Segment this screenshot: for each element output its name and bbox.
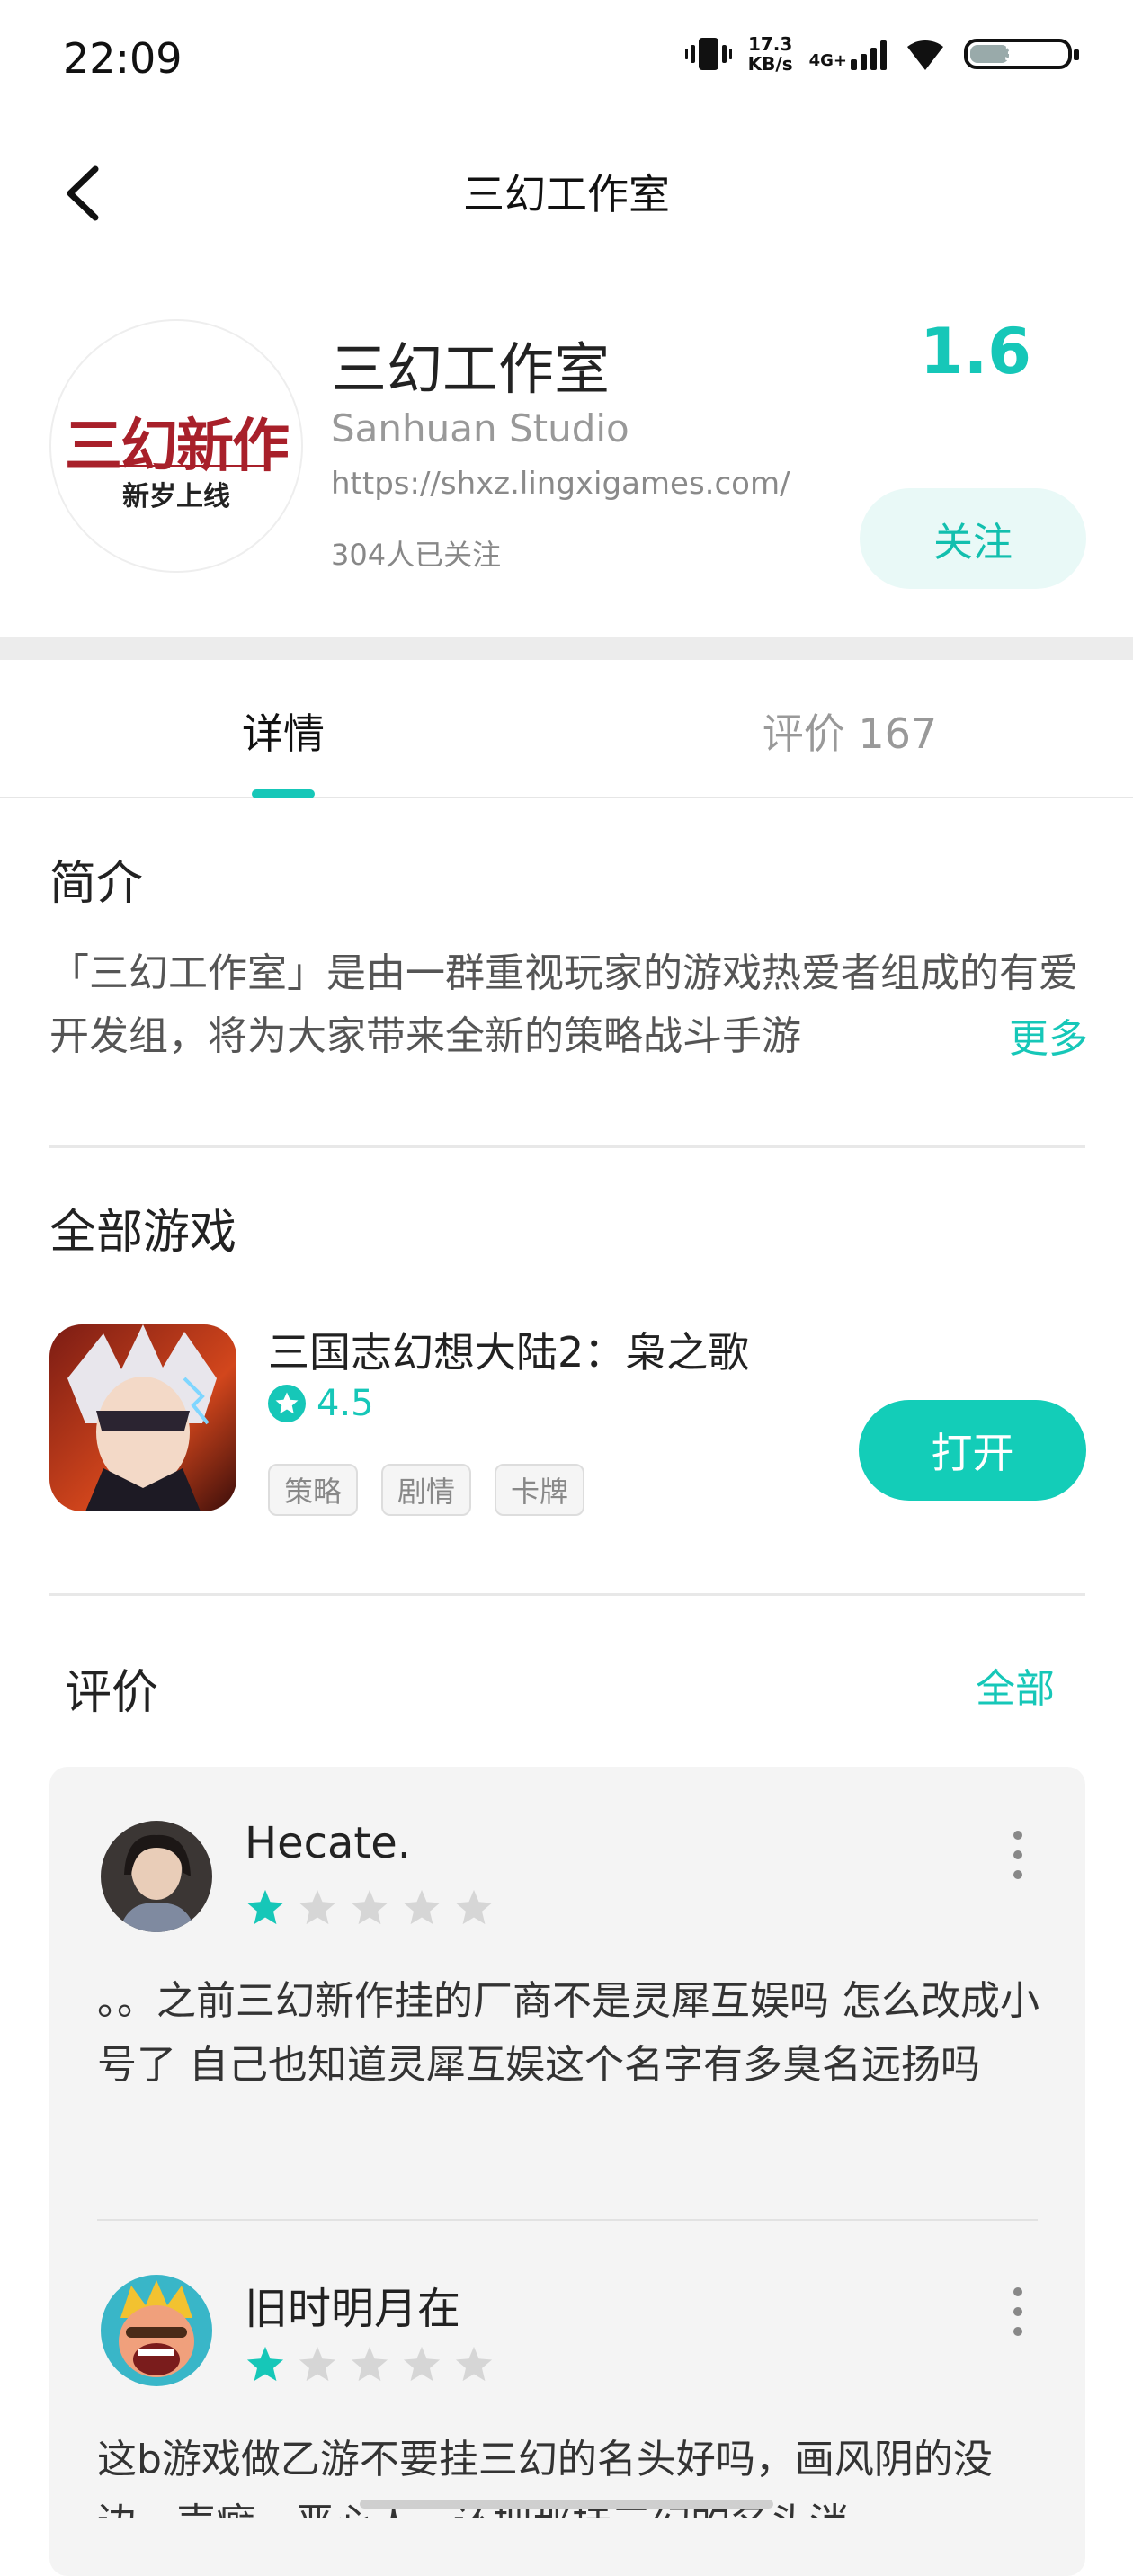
star-filled-icon <box>246 2346 284 2382</box>
star-filled-icon <box>246 1889 284 1925</box>
star-empty-icon <box>351 1889 388 1925</box>
game-tag: 卡牌 <box>495 1464 585 1516</box>
intro-title: 简介 <box>49 857 144 911</box>
cell-signal: 4G+ <box>809 38 887 70</box>
reviewer-name[interactable]: 旧时明月在 <box>245 2273 460 2336</box>
star-empty-icon <box>351 2346 388 2382</box>
reviewer-name[interactable]: Hecate. <box>245 1818 411 1868</box>
star-empty-icon <box>299 2346 336 2382</box>
status-icons: 17.3 KB/s 4G+ 34 <box>684 34 1079 74</box>
studio-name: 三幻工作室 <box>331 336 611 402</box>
more-link[interactable]: 更多 <box>917 1007 1088 1072</box>
games-title: 全部游戏 <box>49 1206 237 1260</box>
divider <box>49 1593 1085 1596</box>
speed-unit: KB/s <box>747 53 793 75</box>
star-empty-icon <box>403 1889 441 1925</box>
follow-button[interactable]: 关注 <box>860 488 1086 589</box>
battery-icon: 34 <box>964 39 1079 69</box>
speed-value: 17.3 <box>747 33 793 55</box>
game-tag: 剧情 <box>381 1464 472 1516</box>
avatar[interactable] <box>101 2275 212 2386</box>
studio-english-name: Sanhuan Studio <box>331 406 629 450</box>
home-gesture-bar[interactable] <box>360 2500 773 2509</box>
avatar[interactable] <box>101 1821 212 1932</box>
star-empty-icon <box>455 1889 493 1925</box>
vibrate-icon <box>684 38 732 70</box>
game-rating: 4.5 <box>268 1383 374 1424</box>
review-stars <box>245 1888 495 1928</box>
more-options-icon[interactable] <box>1009 2287 1027 2336</box>
star-empty-icon <box>455 2346 493 2382</box>
review-divider <box>97 2219 1038 2221</box>
all-reviews-link[interactable]: 全部 <box>976 1656 1055 1714</box>
game-name[interactable]: 三国志幻想大陆2：枭之歌 <box>268 1320 749 1379</box>
divider <box>49 1145 1085 1148</box>
studio-logo-title: 三幻新作 <box>65 413 290 480</box>
studio-logo: 三幻新作 新岁上线 <box>49 319 303 573</box>
tab-bar-divider <box>0 797 1133 798</box>
game-tag: 策略 <box>268 1464 359 1516</box>
network-speed: 17.3 KB/s <box>748 34 793 74</box>
star-empty-icon <box>299 1889 336 1925</box>
status-time: 22:09 <box>63 34 183 83</box>
follower-count: 304人已关注 <box>331 538 502 572</box>
review-stars <box>245 2345 495 2384</box>
reviews-title: 评价 <box>65 1666 159 1720</box>
wifi-icon <box>907 40 943 70</box>
battery-level: 34 <box>1004 42 1032 66</box>
star-badge-icon <box>268 1385 306 1422</box>
studio-website-link[interactable]: https://shxz.lingxigames.com/ <box>331 466 790 502</box>
more-options-icon[interactable] <box>1009 1831 1027 1879</box>
game-rating-value: 4.5 <box>317 1383 374 1424</box>
open-game-button[interactable]: 打开 <box>859 1400 1086 1501</box>
page-title: 三幻工作室 <box>463 170 670 218</box>
review-text[interactable]: 。。之前三幻新作挂的厂商不是灵犀互娱吗 怎么改成小号了 自己也知道灵犀互娱这个名… <box>97 1969 1050 2097</box>
studio-logo-subtitle: 新岁上线 <box>122 481 230 513</box>
game-tags: 策略 剧情 卡牌 <box>268 1464 585 1516</box>
network-type: 4G+ <box>808 51 847 70</box>
signal-bars-icon <box>851 38 887 70</box>
studio-rating: 1.6 <box>919 315 1031 388</box>
section-divider <box>0 637 1133 660</box>
tab-details[interactable]: 详情 <box>0 701 566 761</box>
active-tab-indicator <box>252 789 315 798</box>
star-empty-icon <box>403 2346 441 2382</box>
game-icon[interactable] <box>49 1324 236 1511</box>
tab-reviews[interactable]: 评价 167 <box>566 701 1133 761</box>
